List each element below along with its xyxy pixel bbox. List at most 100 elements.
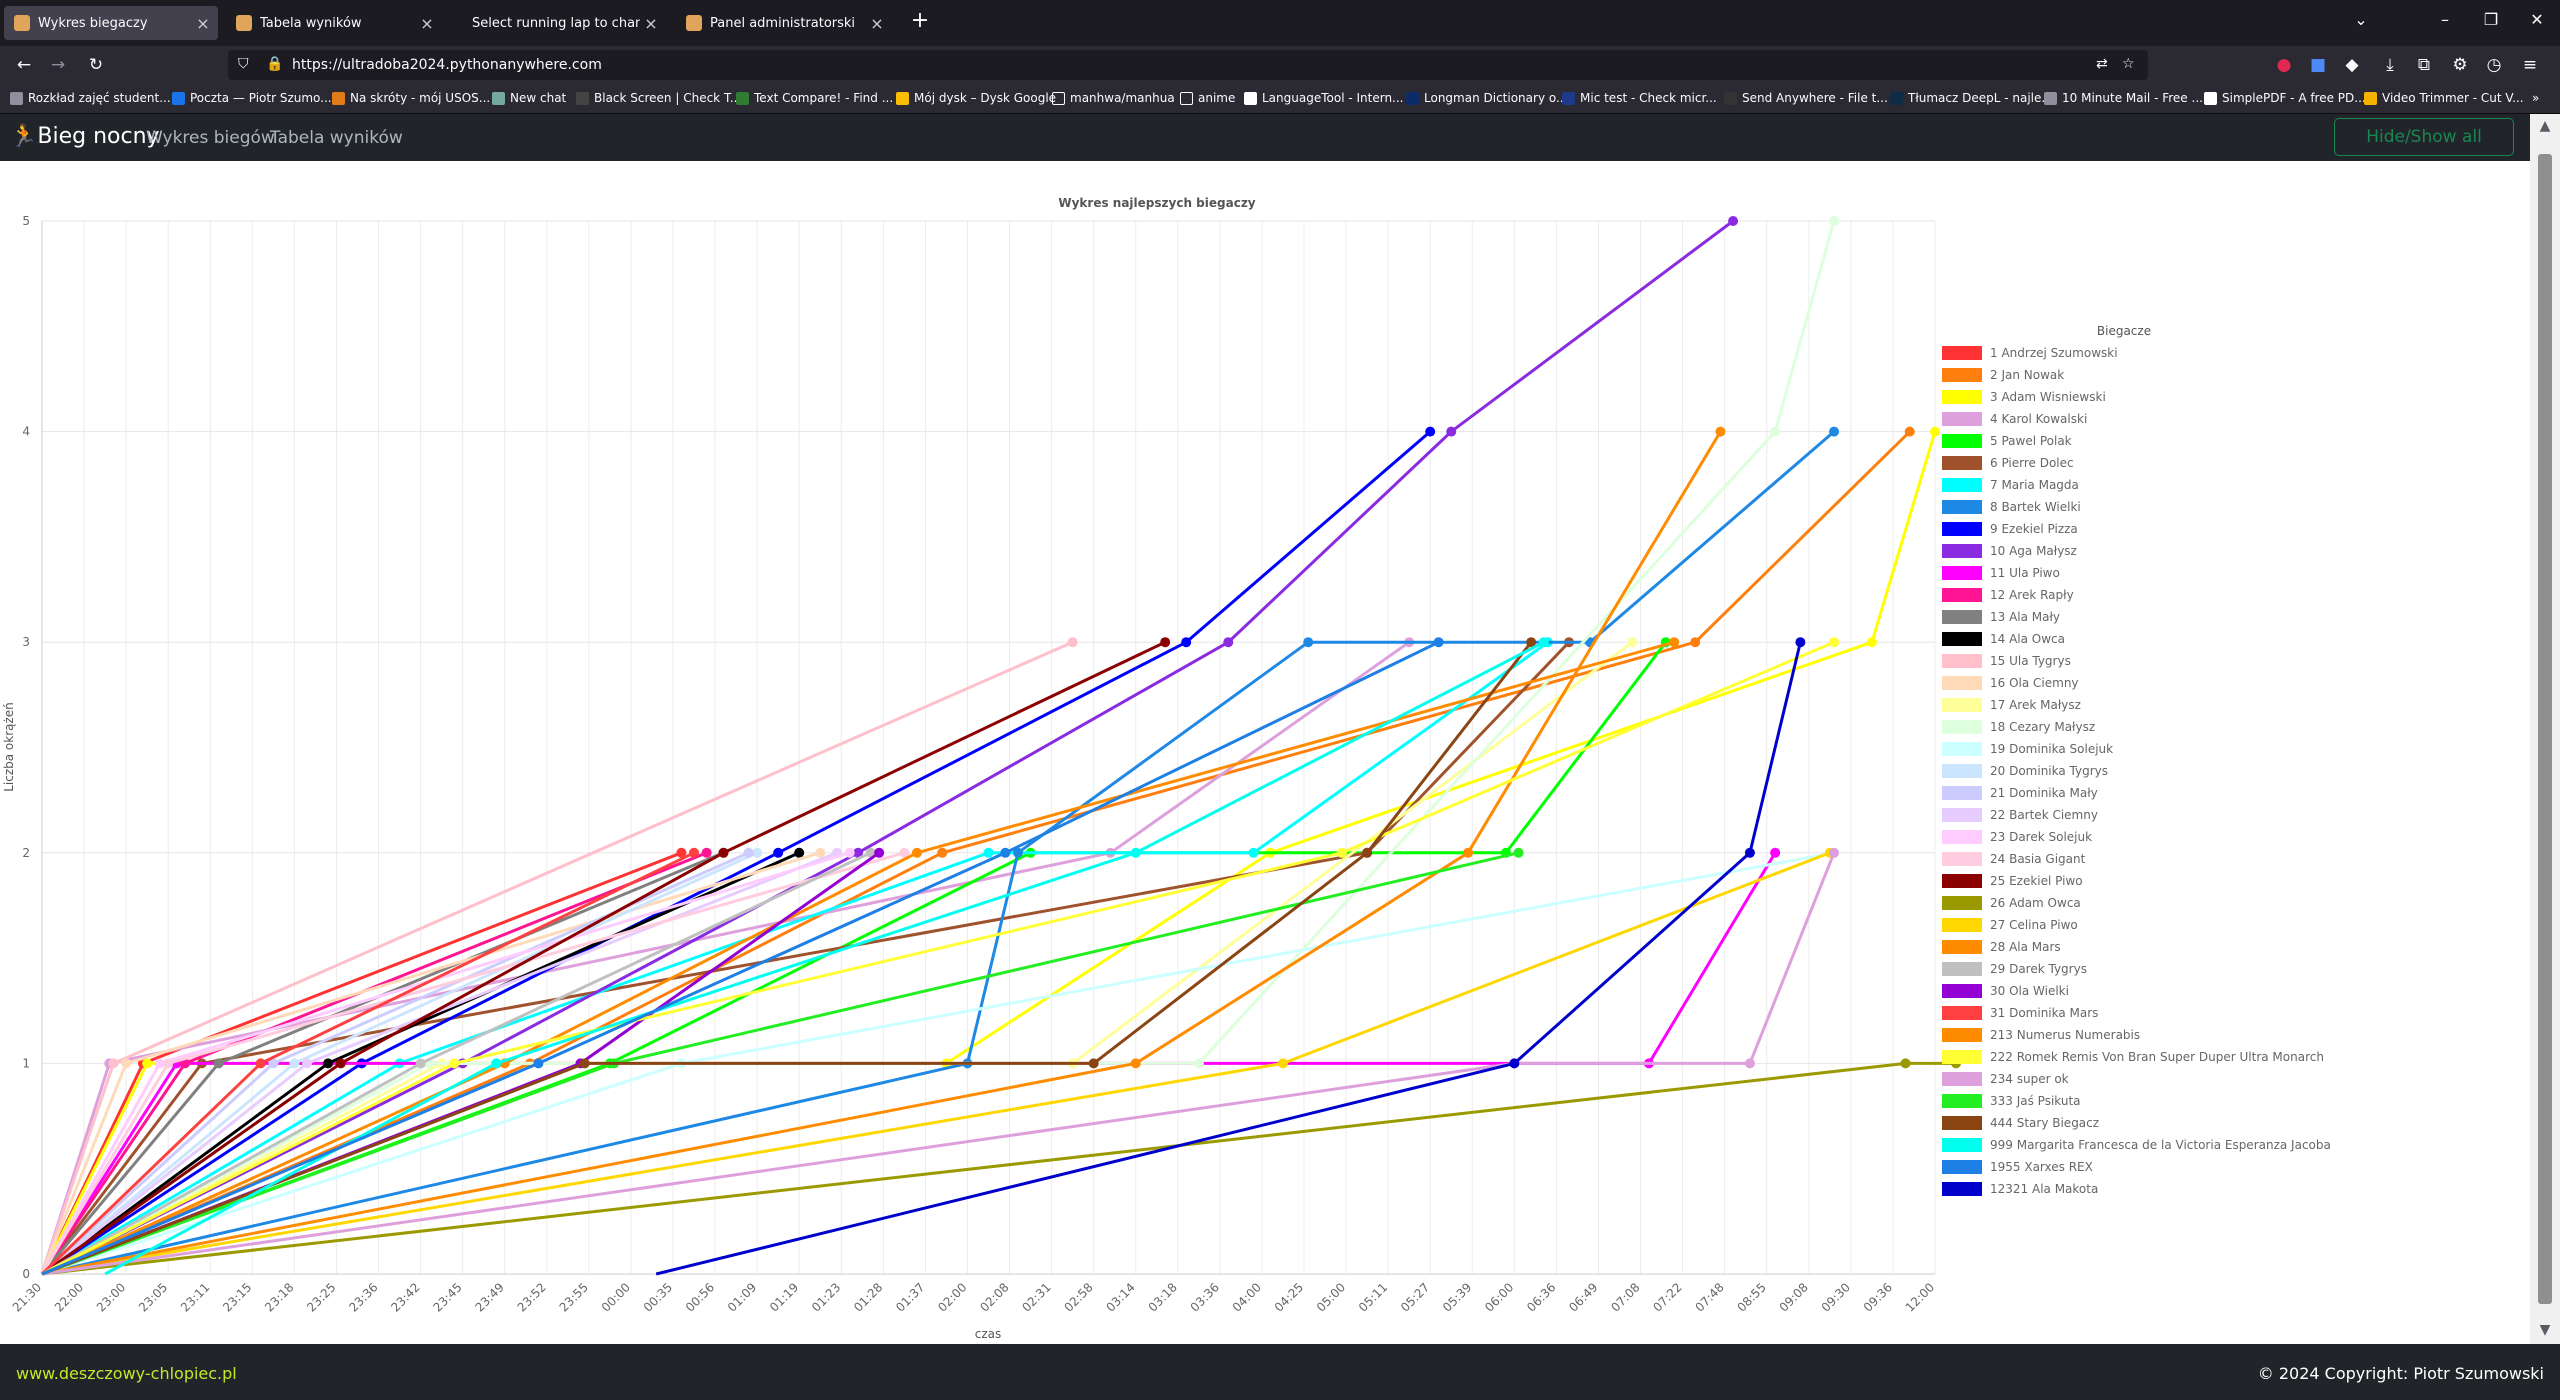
- data-point[interactable]: [1463, 847, 1474, 858]
- data-point[interactable]: [1509, 1058, 1520, 1069]
- legend-item[interactable]: 6 Pierre Dolec: [1942, 456, 2074, 470]
- close-window-icon[interactable]: ✕: [2522, 10, 2552, 29]
- data-point[interactable]: [815, 847, 826, 858]
- data-point[interactable]: [1130, 847, 1141, 858]
- data-point[interactable]: [108, 1058, 119, 1069]
- data-point[interactable]: [1160, 637, 1171, 648]
- data-point[interactable]: [1770, 847, 1781, 858]
- legend-item[interactable]: 3 Adam Wisniewski: [1942, 390, 2106, 404]
- data-point[interactable]: [579, 1058, 590, 1069]
- chevron-down-icon[interactable]: ⌄: [2346, 10, 2376, 29]
- legend-item[interactable]: 999 Margarita Francesca de la Victoria E…: [1942, 1138, 2331, 1152]
- data-point[interactable]: [449, 1058, 460, 1069]
- page-scrollbar[interactable]: ▲ ▼: [2530, 114, 2560, 1344]
- legend-item[interactable]: 27 Celina Piwo: [1942, 918, 2078, 932]
- minimize-icon[interactable]: –: [2430, 10, 2460, 29]
- legend-item[interactable]: 17 Arek Małysz: [1942, 698, 2081, 712]
- history-icon[interactable]: ◷: [2482, 54, 2506, 76]
- close-icon[interactable]: ×: [866, 14, 888, 33]
- new-tab-plus-icon[interactable]: +: [908, 10, 932, 34]
- legend-item[interactable]: 21 Dominika Mały: [1942, 786, 2098, 800]
- legend-item[interactable]: 7 Maria Magda: [1942, 478, 2079, 492]
- legend-item[interactable]: 5 Pawel Polak: [1942, 434, 2072, 448]
- data-point[interactable]: [142, 1058, 153, 1069]
- bookmark-item[interactable]: SimplePDF - A free PD...: [2204, 91, 2366, 105]
- data-point[interactable]: [1067, 637, 1078, 648]
- bookmark-item[interactable]: New chat: [492, 91, 566, 105]
- legend-item[interactable]: 14 Ala Owca: [1942, 632, 2065, 646]
- data-point[interactable]: [689, 847, 700, 858]
- data-point[interactable]: [1829, 216, 1840, 226]
- data-point[interactable]: [1904, 426, 1915, 437]
- data-point[interactable]: [1690, 637, 1701, 648]
- data-point[interactable]: [335, 1058, 346, 1069]
- bookmark-item[interactable]: Poczta — Piotr Szumo...: [172, 91, 332, 105]
- legend-item[interactable]: 26 Adam Owca: [1942, 896, 2081, 910]
- data-point[interactable]: [323, 1058, 334, 1069]
- data-point[interactable]: [1627, 637, 1638, 648]
- legend-item[interactable]: 13 Ala Mały: [1942, 610, 2060, 624]
- data-point[interactable]: [1223, 637, 1234, 648]
- close-icon[interactable]: ×: [416, 14, 438, 33]
- legend-item[interactable]: 16 Ola Ciemny: [1942, 676, 2079, 690]
- data-point[interactable]: [844, 847, 855, 858]
- data-point[interactable]: [1336, 847, 1347, 858]
- forward-arrow-icon[interactable]: →: [46, 54, 70, 76]
- bookmark-item[interactable]: Mic test - Check micr...: [1562, 91, 1717, 105]
- legend-item[interactable]: 28 Ala Mars: [1942, 940, 2061, 954]
- address-bar[interactable]: ⛉ 🔒 https://ultradoba2024.pythonanywhere…: [228, 50, 2148, 80]
- star-icon[interactable]: ☆: [2122, 56, 2135, 72]
- hide-show-runners-button[interactable]: Hide/Show all runners: [2334, 118, 2514, 183]
- data-point[interactable]: [1795, 637, 1806, 648]
- data-point[interactable]: [1866, 637, 1877, 648]
- legend-item[interactable]: 1 Andrzej Szumowski: [1942, 346, 2118, 360]
- data-point[interactable]: [1829, 637, 1840, 648]
- bookmark-item[interactable]: Na skróty - mój USOS...: [332, 91, 490, 105]
- legend-item[interactable]: 9 Ezekiel Pizza: [1942, 522, 2078, 536]
- legend-item[interactable]: 2 Jan Nowak: [1942, 368, 2064, 382]
- data-point[interactable]: [1433, 637, 1444, 648]
- data-point[interactable]: [1303, 637, 1314, 648]
- data-point[interactable]: [794, 847, 805, 858]
- data-point[interactable]: [289, 1058, 300, 1069]
- legend-item[interactable]: 24 Basia Gigant: [1942, 852, 2086, 866]
- data-point[interactable]: [1829, 847, 1840, 858]
- data-point[interactable]: [701, 847, 712, 858]
- data-point[interactable]: [163, 1058, 174, 1069]
- data-point[interactable]: [302, 1058, 313, 1069]
- legend-item[interactable]: 15 Ula Tygrys: [1942, 654, 2071, 668]
- series-line[interactable]: [41, 640, 1835, 1276]
- data-point[interactable]: [1930, 426, 1940, 437]
- lock-icon[interactable]: 🔒: [266, 56, 283, 72]
- data-point[interactable]: [1744, 847, 1755, 858]
- data-point[interactable]: [773, 847, 784, 858]
- bookmark-item[interactable]: Text Compare! - Find ...: [736, 91, 893, 105]
- translate-icon[interactable]: ⇄: [2096, 56, 2108, 72]
- data-point[interactable]: [533, 1058, 544, 1069]
- data-point[interactable]: [1425, 426, 1436, 437]
- legend-item[interactable]: 333 Jaś Psikuta: [1942, 1094, 2081, 1108]
- bookmark-item[interactable]: Longman Dictionary o...: [1406, 91, 1567, 105]
- footer-site-link[interactable]: www.deszczowy-chlopiec.pl: [16, 1364, 237, 1383]
- bookmark-folder[interactable]: anime: [1180, 91, 1235, 105]
- download-icon[interactable]: ⤓: [2378, 54, 2402, 76]
- nav-link-tabela[interactable]: Tabela wyników: [270, 128, 403, 148]
- data-point[interactable]: [1513, 847, 1524, 858]
- legend-item[interactable]: 4 Karol Kowalski: [1942, 412, 2087, 426]
- restore-icon[interactable]: ❐: [2476, 10, 2506, 29]
- tab-tabela-wynikow[interactable]: Tabela wyników ×: [226, 6, 442, 40]
- data-point[interactable]: [1277, 1058, 1288, 1069]
- legend-item[interactable]: 25 Ezekiel Piwo: [1942, 874, 2083, 888]
- close-icon[interactable]: ×: [640, 14, 662, 33]
- scrollbar-thumb[interactable]: [2538, 154, 2552, 1304]
- tab-wykres-biegaczy[interactable]: Wykres biegaczy ×: [4, 6, 218, 40]
- data-point[interactable]: [1130, 1058, 1141, 1069]
- data-point[interactable]: [491, 1058, 502, 1069]
- legend-item[interactable]: 12321 Ala Makota: [1942, 1182, 2098, 1196]
- bookmark-folder[interactable]: manhwa/manhua: [1052, 91, 1175, 105]
- bookmark-item[interactable]: Rozkład zajęć student...: [10, 91, 171, 105]
- legend-item[interactable]: 234 super ok: [1942, 1072, 2069, 1086]
- bookmark-item[interactable]: Send Anywhere - File t...: [1724, 91, 1888, 105]
- data-point[interactable]: [1900, 1058, 1911, 1069]
- bookmark-item[interactable]: Tłumacz DeepL - najle...: [1890, 91, 2053, 105]
